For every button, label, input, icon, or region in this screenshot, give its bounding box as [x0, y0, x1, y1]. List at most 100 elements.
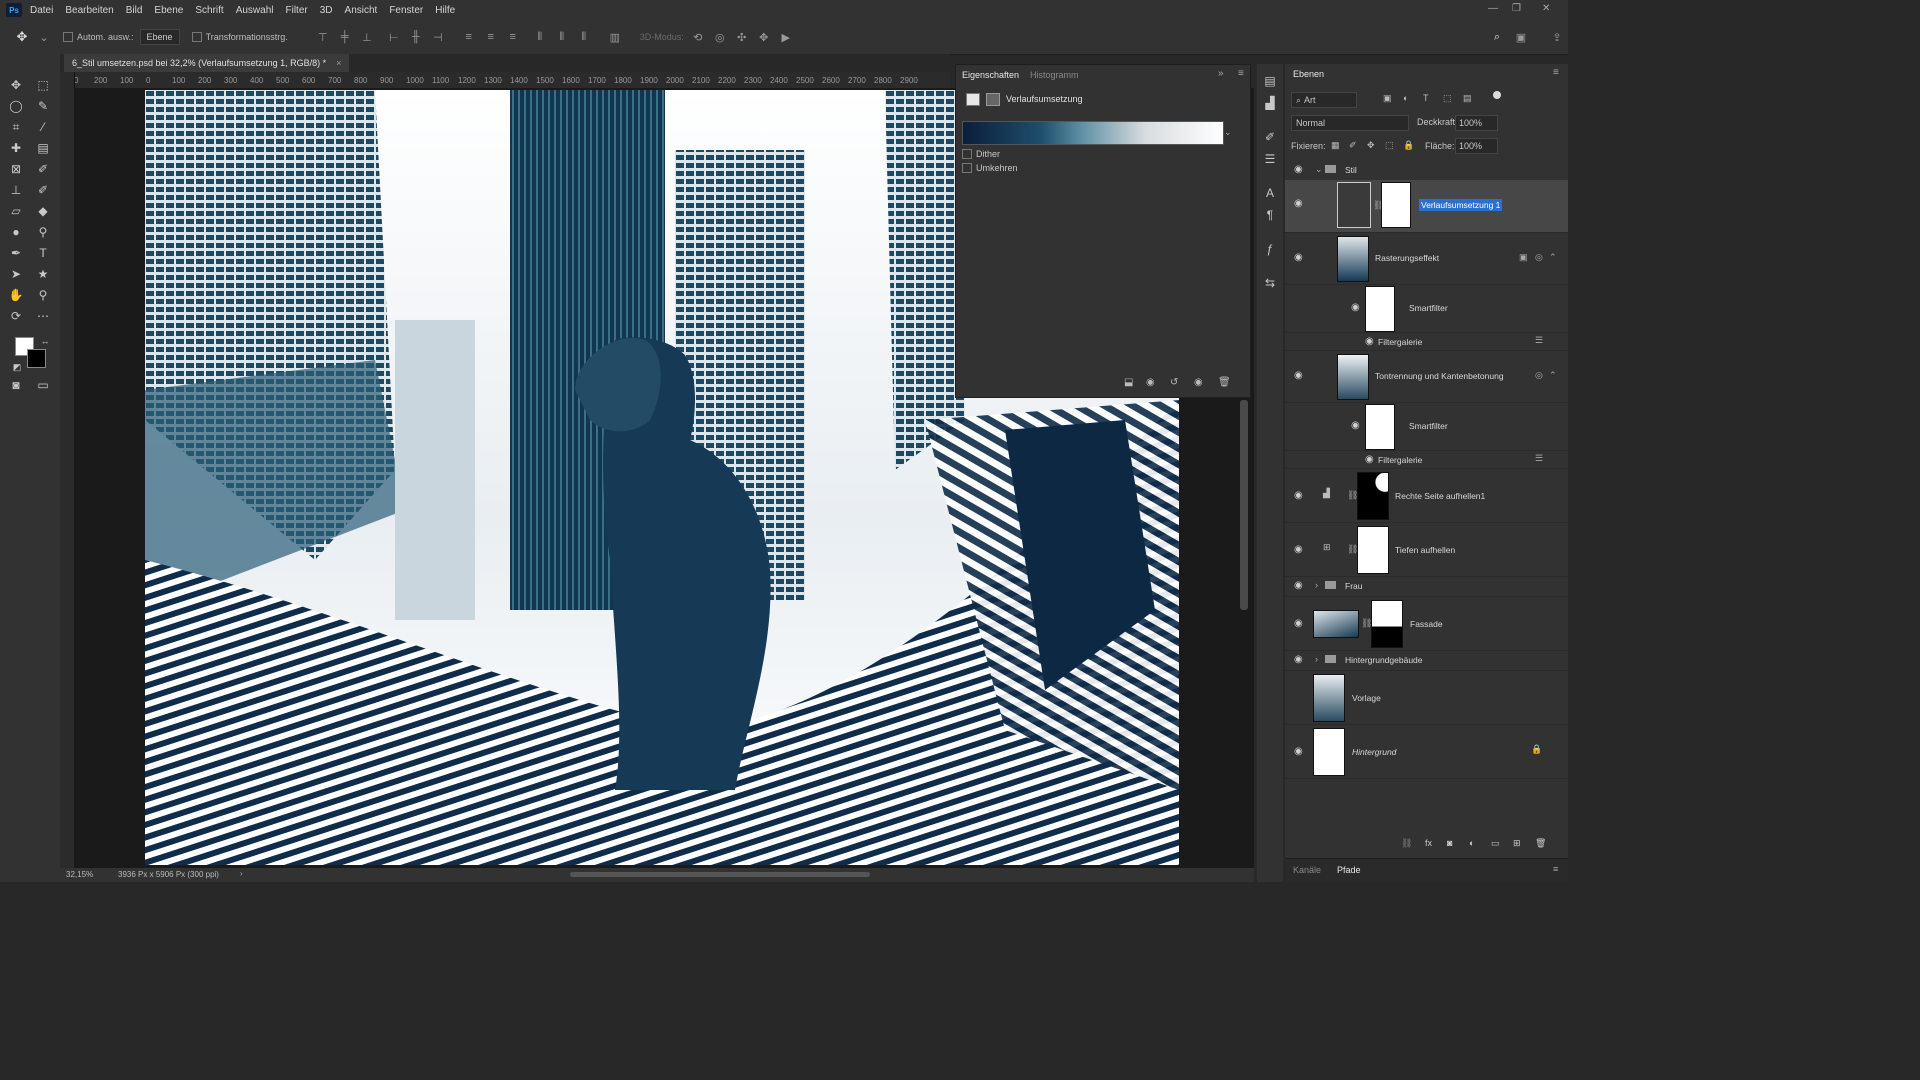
menu-bearbeiten[interactable]: Bearbeiten — [65, 5, 113, 16]
chevron-right-icon[interactable]: › — [240, 869, 243, 878]
filter-options-icon[interactable]: ☰ — [1535, 335, 1543, 346]
align-right-icon[interactable]: ⊣ — [432, 31, 444, 44]
histogram-icon[interactable]: ▟ — [1261, 94, 1279, 112]
distribute-bottom-icon[interactable]: ≡ — [507, 31, 519, 43]
clone-source-icon[interactable]: ⇆ — [1261, 274, 1279, 292]
layer-fassade[interactable]: ◉ ⛓ Fassade — [1285, 596, 1568, 651]
3d-roll-icon[interactable]: ◎ — [714, 31, 726, 44]
zoom-tool-icon[interactable]: ⚲ — [34, 286, 52, 304]
smartfilter-mask-thumbnail[interactable] — [1365, 286, 1395, 332]
visibility-eye-icon[interactable]: ◉ — [1365, 337, 1377, 347]
pen-tool-icon[interactable]: ✒ — [7, 244, 25, 262]
path-select-icon[interactable]: ➤ — [7, 265, 25, 283]
screen-mode-icon[interactable]: ▭ — [34, 376, 52, 394]
rotate-view-icon[interactable]: ⟳ — [7, 307, 25, 325]
document-tab[interactable]: 6_Stil umsetzen.psd bei 32,2% (Verlaufsu… — [64, 54, 350, 72]
patch-tool-icon[interactable]: ▤ — [34, 139, 52, 157]
visibility-eye-icon[interactable]: ◉ — [1294, 199, 1306, 209]
paint-bucket-icon[interactable]: ◆ — [34, 202, 52, 220]
layer-mask-thumbnail[interactable] — [1357, 526, 1389, 574]
background-color-swatch[interactable] — [27, 349, 46, 368]
stamp-tool-icon[interactable]: ⊥ — [7, 181, 25, 199]
visibility-eye-icon[interactable]: ◉ — [1294, 747, 1306, 757]
distribute-left-icon[interactable]: ⦀ — [534, 31, 546, 43]
default-colors-icon[interactable]: ◩ — [8, 358, 26, 376]
lock-position-icon[interactable]: ✥ — [1367, 140, 1375, 151]
visibility-eye-icon[interactable]: ◉ — [1294, 581, 1306, 591]
zoom-level[interactable]: 32,15% — [66, 870, 93, 879]
visibility-eye-icon[interactable]: ◉ — [1294, 655, 1306, 665]
auto-select-checkbox[interactable]: Autom. ausw.: — [63, 32, 134, 42]
chevron-right-icon[interactable]: › — [1315, 580, 1318, 590]
properties-panel-icon[interactable]: ▤ — [1261, 72, 1279, 90]
crop-tool-icon[interactable]: ⌗ — [7, 118, 25, 136]
tab-kanaele[interactable]: Kanäle — [1293, 865, 1321, 875]
gradient-preview[interactable] — [962, 121, 1224, 145]
opacity-input[interactable]: 100% — [1455, 115, 1498, 131]
filter-smart-object-icon[interactable]: ▤ — [1463, 93, 1472, 104]
lock-image-icon[interactable]: ✐ — [1349, 140, 1357, 151]
delete-icon[interactable]: 🗑 — [1218, 377, 1231, 388]
fill-input[interactable]: 100% — [1455, 138, 1498, 154]
reset-icon[interactable]: ↺ — [1170, 377, 1178, 388]
menu-filter[interactable]: Filter — [286, 5, 308, 16]
brush-settings-icon[interactable]: ✐ — [1261, 128, 1279, 146]
chevron-down-icon[interactable]: ⌄ — [1315, 164, 1323, 175]
layer-filtergalerie-2[interactable]: ◉ Filtergalerie ☰ — [1285, 450, 1568, 469]
menu-hilfe[interactable]: Hilfe — [435, 5, 455, 16]
distribute-vcenter-icon[interactable]: ≡ — [485, 31, 497, 43]
auto-align-icon[interactable]: ▥ — [609, 31, 621, 44]
smartfilter-mask-thumbnail[interactable] — [1365, 404, 1395, 450]
layer-smartfilter-2[interactable]: ◉ Smartfilter — [1285, 402, 1568, 451]
new-layer-icon[interactable]: ⊞ — [1513, 838, 1521, 849]
move-tool-icon[interactable]: ✥ — [7, 76, 25, 94]
visibility-eye-icon[interactable]: ◉ — [1351, 303, 1363, 313]
filter-shape-icon[interactable]: ⬚ — [1443, 93, 1452, 104]
visibility-eye-icon[interactable]: ◉ — [1194, 377, 1203, 388]
chevron-right-icon[interactable]: › — [1315, 654, 1318, 664]
chevron-up-icon[interactable]: ⌃ — [1549, 370, 1557, 381]
menu-bild[interactable]: Bild — [126, 5, 143, 16]
delete-layer-icon[interactable]: 🗑 — [1535, 838, 1546, 849]
styles-icon[interactable]: ƒ — [1261, 240, 1279, 258]
layer-verlaufsumsetzung[interactable]: ◉ ⛓ Verlaufsumsetzung 1 — [1285, 180, 1568, 233]
adjustments-icon[interactable]: ☰ — [1261, 150, 1279, 168]
distribute-right-icon[interactable]: ⦀ — [578, 31, 590, 43]
chevron-up-icon[interactable]: ⌃ — [1549, 252, 1557, 263]
align-top-icon[interactable]: ⊤ — [317, 31, 329, 44]
new-adjustment-icon[interactable]: ◐ — [1469, 838, 1474, 848]
new-group-icon[interactable]: ▭ — [1491, 838, 1500, 849]
quick-mask-icon[interactable]: ◙ — [7, 376, 25, 394]
layer-rasterungseffekt[interactable]: ◉ Rasterungseffekt ▣ ◎ ⌃ — [1285, 232, 1568, 285]
more-tools-icon[interactable]: ⋯ — [34, 307, 52, 325]
menu-ebene[interactable]: Ebene — [154, 5, 183, 16]
close-tab-icon[interactable]: × — [336, 58, 341, 68]
layer-group-stil[interactable]: ◉ ⌄ Stil — [1285, 160, 1568, 181]
brush-tool-icon[interactable]: ✐ — [34, 160, 52, 178]
layer-mask-thumbnail[interactable] — [1371, 600, 1403, 648]
workspace-icon[interactable]: ▣ — [1515, 31, 1527, 44]
quick-select-tool-icon[interactable]: ✎ — [34, 97, 52, 115]
visibility-eye-icon[interactable]: ◉ — [1351, 421, 1363, 431]
dither-checkbox[interactable]: Dither — [962, 149, 1000, 159]
effects-icon[interactable]: ◎ — [1535, 370, 1543, 381]
layer-tontrennung[interactable]: ◉ Tontrennung und Kantenbetonung ◎ ⌃ — [1285, 350, 1568, 403]
filter-toggle-icon[interactable] — [1493, 91, 1501, 99]
character-icon[interactable]: A — [1261, 184, 1279, 202]
visibility-eye-icon[interactable]: ◉ — [1294, 253, 1306, 263]
healing-brush-icon[interactable]: ✚ — [7, 139, 25, 157]
mask-icon[interactable] — [986, 93, 1000, 106]
blend-mode-dropdown[interactable]: Normal — [1291, 115, 1409, 131]
auto-select-dropdown[interactable]: Ebene — [139, 29, 180, 45]
align-bottom-icon[interactable]: ⊥ — [361, 31, 373, 44]
effects-icon[interactable]: ◎ — [1535, 252, 1543, 263]
panel-menu-icon[interactable]: ≡ — [1553, 864, 1558, 874]
menu-auswahl[interactable]: Auswahl — [236, 5, 274, 16]
move-tool-icon[interactable]: ✥ — [16, 29, 28, 44]
transform-controls-checkbox[interactable]: Transformationsstrg. — [191, 32, 288, 42]
vertical-scrollbar[interactable] — [1240, 400, 1248, 610]
share-icon[interactable]: ⇪ — [1551, 31, 1563, 44]
tab-eigenschaften[interactable]: Eigenschaften — [962, 70, 1019, 80]
filter-type-icon[interactable]: T — [1423, 93, 1429, 103]
fx-icon[interactable]: fx — [1425, 838, 1432, 848]
